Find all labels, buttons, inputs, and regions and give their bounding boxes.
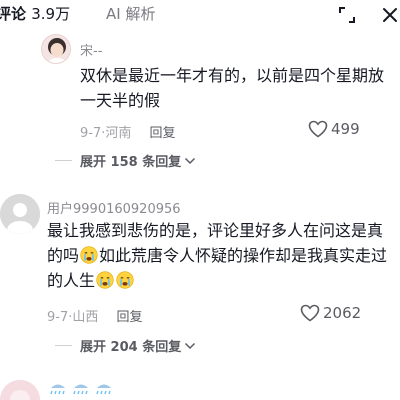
comment-username[interactable]: 用户9990160920956 xyxy=(47,198,181,217)
expand-replies-label: 展开 158 条回复 xyxy=(80,155,182,170)
crying-face-emoji xyxy=(80,246,98,264)
comment-username[interactable]: 宋-- xyxy=(80,40,102,59)
expand-replies-label: 展开 204 条回复 xyxy=(80,340,182,355)
comment-emoji-row xyxy=(47,380,116,400)
heart-outline-icon xyxy=(308,120,328,138)
expand-replies-button[interactable]: 展开 158 条回复 xyxy=(55,151,196,170)
chevron-down-icon xyxy=(185,342,196,349)
expand-icon xyxy=(339,7,355,23)
tab-ai-analysis[interactable]: AI 解析 xyxy=(106,3,155,24)
reply-button[interactable]: 回复 xyxy=(150,126,176,141)
comment-location: 河南 xyxy=(105,126,132,141)
sweat-drops-emoji xyxy=(50,384,65,395)
like-count: 499 xyxy=(331,120,360,138)
heart-outline-icon xyxy=(300,304,320,322)
divider xyxy=(55,160,72,161)
comment-text-line: 最让我感到悲伤的是，评论里好多人在问这是真 xyxy=(47,221,384,240)
avatar[interactable] xyxy=(0,380,40,400)
sweat-drops-emoji xyxy=(73,384,88,395)
close-button[interactable] xyxy=(377,2,400,28)
comments-count: 3.9万 xyxy=(31,5,71,23)
expand-replies-button[interactable]: 展开 204 条回复 xyxy=(55,336,196,355)
comment-meta: 9-7·河南 回复 xyxy=(80,126,176,141)
chevron-down-icon xyxy=(185,157,196,164)
like-button[interactable]: 499 xyxy=(308,120,360,138)
comment-text-line: 的吗 如此荒唐令人怀疑的操作却是我真实走过 xyxy=(47,246,388,265)
comment-location: 山西 xyxy=(72,310,99,325)
comment-date: 9-7 xyxy=(80,126,102,141)
comment-meta: 9-7·山西 回复 xyxy=(47,310,143,325)
avatar[interactable] xyxy=(0,194,40,234)
crying-face-emoji xyxy=(96,271,114,289)
expand-button[interactable] xyxy=(334,2,360,28)
comment-text-line: 双休是最近一年才有的，以前是四个星期放 xyxy=(80,66,385,85)
close-icon xyxy=(383,8,397,22)
tab-comments-label: 评论 xyxy=(0,5,27,23)
comment-date: 9-7 xyxy=(47,310,69,325)
tab-comments[interactable]: 评论 3.9万 xyxy=(0,3,70,24)
like-button[interactable]: 2062 xyxy=(300,304,361,322)
comment-text-line: 一天半的假 xyxy=(80,91,161,110)
comment-text-line: 的人生 xyxy=(47,268,400,293)
comments-header: 评论 3.9万 AI 解析 xyxy=(0,0,400,28)
crying-face-emoji xyxy=(116,271,134,289)
sweat-drops-emoji xyxy=(96,384,111,395)
comment-text: 双休是最近一年才有的，以前是四个星期放 一天半的假 xyxy=(80,63,400,113)
divider xyxy=(55,345,72,346)
reply-button[interactable]: 回复 xyxy=(117,310,143,325)
like-count: 2062 xyxy=(323,304,362,322)
comment-text: 最让我感到悲伤的是，评论里好多人在问这是真 的吗 如此荒唐令人怀疑的操作却是我真实… xyxy=(47,218,400,293)
avatar[interactable] xyxy=(41,34,71,64)
